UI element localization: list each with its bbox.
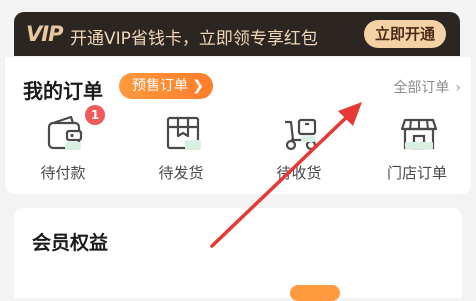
member-benefits-title: 会员权益 (32, 232, 109, 254)
delivery-scooter-icon (285, 118, 317, 151)
vip-banner: VIP 开通VIP省钱卡，立即领专享红包 立即开通 (0, 0, 476, 56)
order-status-store-orders[interactable]: 门店订单 (377, 114, 457, 186)
order-status-to-ship[interactable]: 待发货 (141, 114, 221, 186)
my-orders-card: 我的订单 预售订单 ❯ 全部订单 › 1 待付款 待发货 待收货 门店订单 (5, 57, 471, 194)
wallet-icon (47, 115, 83, 150)
order-status-label: 待发货 (158, 164, 204, 182)
store-icon (400, 118, 438, 150)
order-status-label: 门店订单 (386, 164, 447, 182)
order-status-pending-payment[interactable]: 1 待付款 (23, 105, 105, 186)
box-icon (166, 116, 201, 150)
all-orders-link[interactable]: 全部订单 › (393, 77, 461, 97)
member-promo-tag (290, 285, 340, 301)
order-status-to-receive[interactable]: 待收货 (259, 114, 339, 186)
my-orders-title: 我的订单 (23, 79, 103, 103)
order-status-label: 待付款 (40, 164, 86, 182)
order-status-label: 待收货 (276, 164, 322, 182)
vip-promo-bar[interactable]: VIP 开通VIP省钱卡，立即领专享红包 立即开通 (14, 12, 460, 56)
pending-payment-badge: 1 (85, 105, 105, 125)
vip-logo: VIP (26, 22, 63, 46)
all-orders-label: 全部订单 (393, 80, 450, 96)
chevron-right-icon: ❯ (192, 78, 204, 94)
member-benefits-card: 会员权益 (14, 208, 462, 301)
presale-orders-button[interactable]: 预售订单 ❯ (119, 73, 213, 99)
chevron-right-icon: › (455, 80, 461, 96)
vip-open-button[interactable]: 立即开通 (364, 20, 446, 48)
vip-promo-text: 开通VIP省钱卡，立即领专享红包 (70, 29, 318, 49)
presale-orders-label: 预售订单 (132, 78, 188, 94)
